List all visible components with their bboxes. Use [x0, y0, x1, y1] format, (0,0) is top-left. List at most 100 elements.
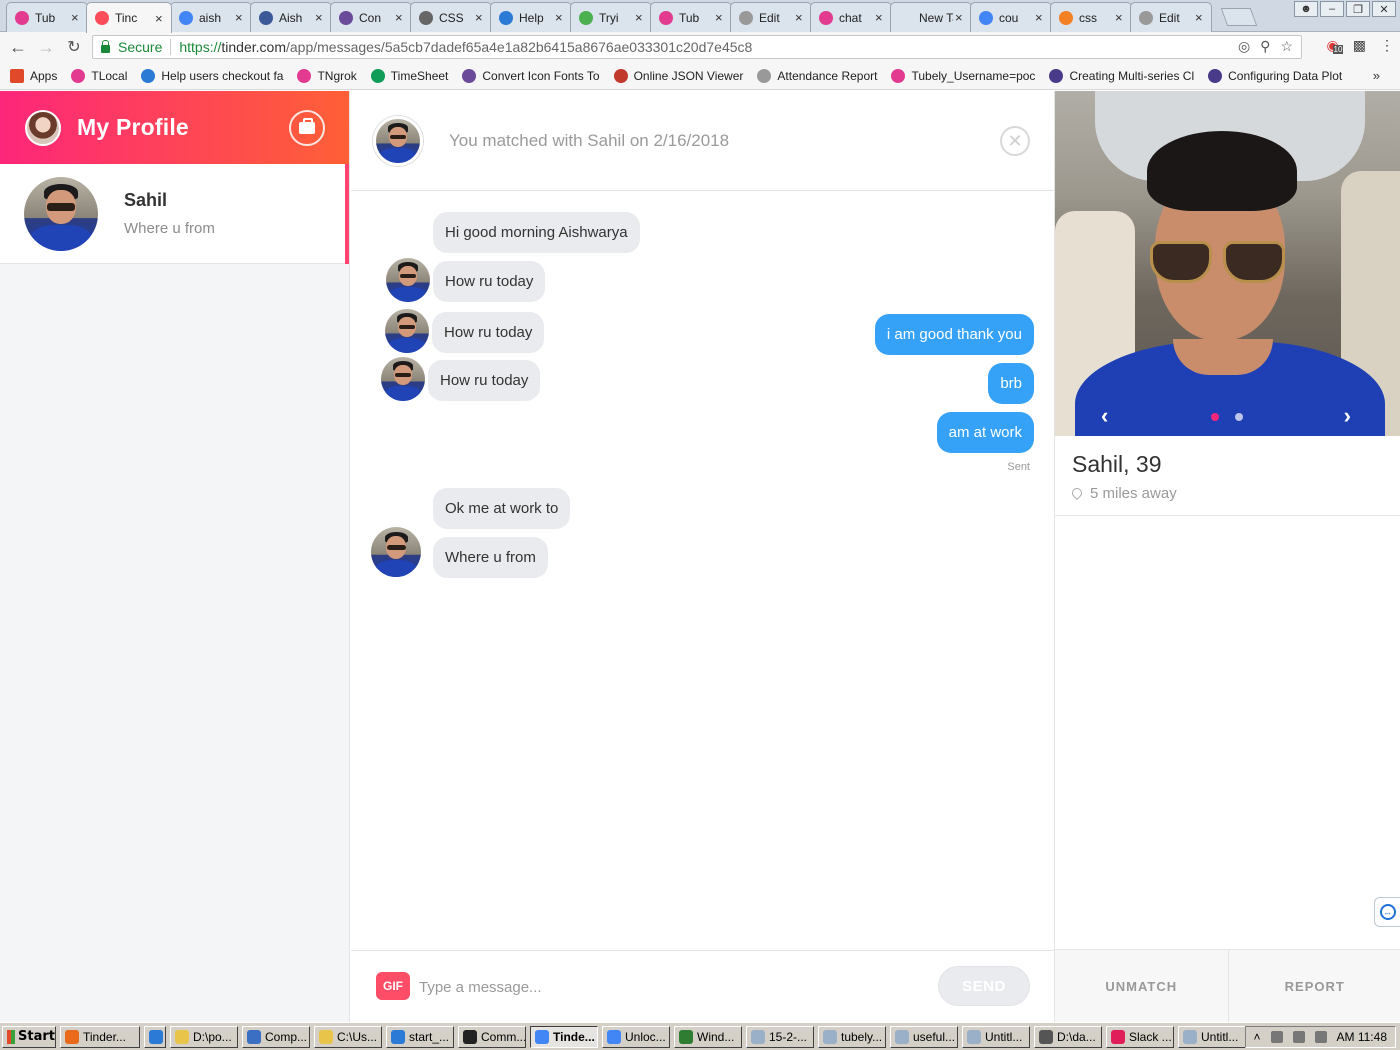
taskbar-button[interactable]: [144, 1025, 166, 1048]
taskbar-button[interactable]: Wind...: [674, 1025, 742, 1048]
taskbar-button[interactable]: D:\da...: [1034, 1025, 1102, 1048]
match-list-item[interactable]: Sahil Where u from: [0, 164, 349, 264]
tab-close-icon[interactable]: ×: [795, 10, 805, 25]
unmatch-button[interactable]: UNMATCH: [1055, 950, 1228, 1022]
network-icon[interactable]: [1292, 1031, 1305, 1043]
browser-tab[interactable]: css ×: [1050, 2, 1132, 32]
taskbar-button[interactable]: start_...: [386, 1025, 454, 1048]
bookmark-item[interactable]: TimeSheet: [370, 68, 448, 83]
photo-dot[interactable]: [1211, 413, 1219, 421]
reload-icon[interactable]: ↻: [60, 37, 88, 57]
browser-tab[interactable]: Edit ×: [1130, 2, 1212, 32]
browser-tab[interactable]: aish ×: [170, 2, 252, 32]
tab-close-icon[interactable]: ×: [555, 10, 565, 25]
taskbar-button[interactable]: Tinder...: [60, 1025, 140, 1048]
my-profile-title[interactable]: My Profile: [77, 114, 189, 141]
message-avatar[interactable]: [385, 309, 429, 353]
url-text[interactable]: https://tinder.com/app/messages/5a5cb7da…: [179, 39, 752, 55]
bookmarks-overflow-button[interactable]: »: [1373, 68, 1380, 83]
restore-button[interactable]: ❐: [1346, 1, 1370, 17]
tab-close-icon[interactable]: ×: [955, 10, 965, 25]
taskbar-button[interactable]: Slack ...: [1106, 1025, 1174, 1048]
bookmark-item[interactable]: TNgrok: [297, 68, 357, 83]
volume-icon[interactable]: [1314, 1031, 1327, 1043]
bookmark-star-icon[interactable]: ☆: [1280, 38, 1293, 55]
browser-tab[interactable]: Tryi ×: [570, 2, 652, 32]
browser-tab[interactable]: Tinc ×: [86, 2, 172, 33]
bookmark-item[interactable]: Apps: [10, 68, 57, 83]
tray-app-icon[interactable]: [1270, 1031, 1283, 1043]
next-photo-icon[interactable]: ›: [1344, 403, 1351, 429]
bookmark-item[interactable]: Configuring Data Plot: [1208, 68, 1342, 83]
teamviewer-widget[interactable]: ↔: [1374, 897, 1400, 927]
tab-close-icon[interactable]: ×: [875, 10, 885, 25]
my-profile-header[interactable]: My Profile: [0, 91, 349, 164]
previous-photo-icon[interactable]: ‹: [1101, 403, 1108, 429]
briefcase-button[interactable]: [289, 110, 325, 146]
browser-tab[interactable]: chat ×: [810, 2, 892, 32]
tab-close-icon[interactable]: ×: [155, 11, 165, 26]
taskbar-button[interactable]: 15-2-...: [746, 1025, 814, 1048]
tab-close-icon[interactable]: ×: [1195, 10, 1205, 25]
browser-tab[interactable]: Help ×: [490, 2, 572, 32]
message-avatar[interactable]: [386, 258, 430, 302]
bookmark-item[interactable]: TLocal: [71, 68, 127, 83]
back-arrow-icon[interactable]: ←: [4, 37, 32, 58]
my-avatar[interactable]: [25, 109, 61, 146]
tab-close-icon[interactable]: ×: [1035, 10, 1045, 25]
browser-tab[interactable]: Con ×: [330, 2, 412, 32]
user-icon[interactable]: ☻: [1294, 1, 1318, 17]
forward-arrow-icon[interactable]: →: [32, 37, 60, 58]
tab-close-icon[interactable]: ×: [475, 10, 485, 25]
location-icon[interactable]: ◎: [1238, 38, 1250, 55]
message-avatar[interactable]: [381, 357, 425, 401]
address-bar[interactable]: Secure https://tinder.com/app/messages/5…: [92, 35, 1302, 59]
taskbar-button[interactable]: Comp...: [242, 1025, 310, 1048]
tab-close-icon[interactable]: ×: [395, 10, 405, 25]
browser-tab[interactable]: Edit ×: [730, 2, 812, 32]
browser-tab[interactable]: New Tab×: [890, 2, 972, 32]
chat-header-avatar[interactable]: [373, 116, 423, 166]
message-avatar[interactable]: [371, 527, 421, 577]
report-button[interactable]: REPORT: [1227, 950, 1400, 1022]
clock[interactable]: AM 11:48: [1337, 1030, 1387, 1044]
bookmark-item[interactable]: Attendance Report: [757, 68, 877, 83]
profile-photo[interactable]: ‹ ›: [1055, 91, 1400, 436]
taskbar-button[interactable]: tubely...: [818, 1025, 886, 1048]
photo-dot[interactable]: [1235, 413, 1243, 421]
menu-kebab-icon[interactable]: ⋮: [1380, 37, 1394, 54]
taskbar-button[interactable]: D:\po...: [170, 1025, 238, 1048]
bookmark-item[interactable]: Online JSON Viewer: [613, 68, 743, 83]
close-window-button[interactable]: ✕: [1372, 1, 1396, 17]
browser-tab[interactable]: Tub ×: [650, 2, 732, 32]
browser-tab[interactable]: cou ×: [970, 2, 1052, 32]
tab-close-icon[interactable]: ×: [71, 10, 81, 25]
extension-icon-2[interactable]: ▩: [1353, 37, 1366, 54]
start-button[interactable]: Start: [2, 1025, 56, 1048]
tab-close-icon[interactable]: ×: [235, 10, 245, 25]
tab-close-icon[interactable]: ×: [715, 10, 725, 25]
taskbar-button[interactable]: C:\Us...: [314, 1025, 382, 1048]
taskbar-button[interactable]: Unloc...: [602, 1025, 670, 1048]
bookmark-item[interactable]: Convert Icon Fonts To: [462, 68, 600, 83]
taskbar-button[interactable]: useful...: [890, 1025, 958, 1048]
new-tab-button[interactable]: [1220, 8, 1258, 26]
extension-icon[interactable]: ◉10: [1327, 37, 1344, 54]
taskbar-button[interactable]: Tinde...: [530, 1025, 598, 1048]
tab-close-icon[interactable]: ×: [315, 10, 325, 25]
bookmark-item[interactable]: Creating Multi-series Cl: [1049, 68, 1194, 83]
tray-expand-icon[interactable]: ˄: [1254, 1030, 1261, 1044]
bookmark-item[interactable]: Help users checkout fa: [141, 68, 283, 83]
minimize-button[interactable]: –: [1320, 1, 1344, 17]
browser-tab[interactable]: CSS ×: [410, 2, 492, 32]
taskbar-button[interactable]: Untitl...: [962, 1025, 1030, 1048]
bookmark-item[interactable]: Tubely_Username=poc: [891, 68, 1035, 83]
browser-tab[interactable]: Aish ×: [250, 2, 332, 32]
tab-close-icon[interactable]: ×: [635, 10, 645, 25]
taskbar-button[interactable]: Untitl...: [1178, 1025, 1246, 1048]
gif-button[interactable]: GIF: [376, 972, 410, 1000]
close-chat-button[interactable]: ✕: [1000, 126, 1030, 156]
taskbar-button[interactable]: Comm...: [458, 1025, 526, 1048]
message-input[interactable]: [419, 973, 919, 1001]
key-icon[interactable]: ⚲: [1260, 38, 1270, 55]
